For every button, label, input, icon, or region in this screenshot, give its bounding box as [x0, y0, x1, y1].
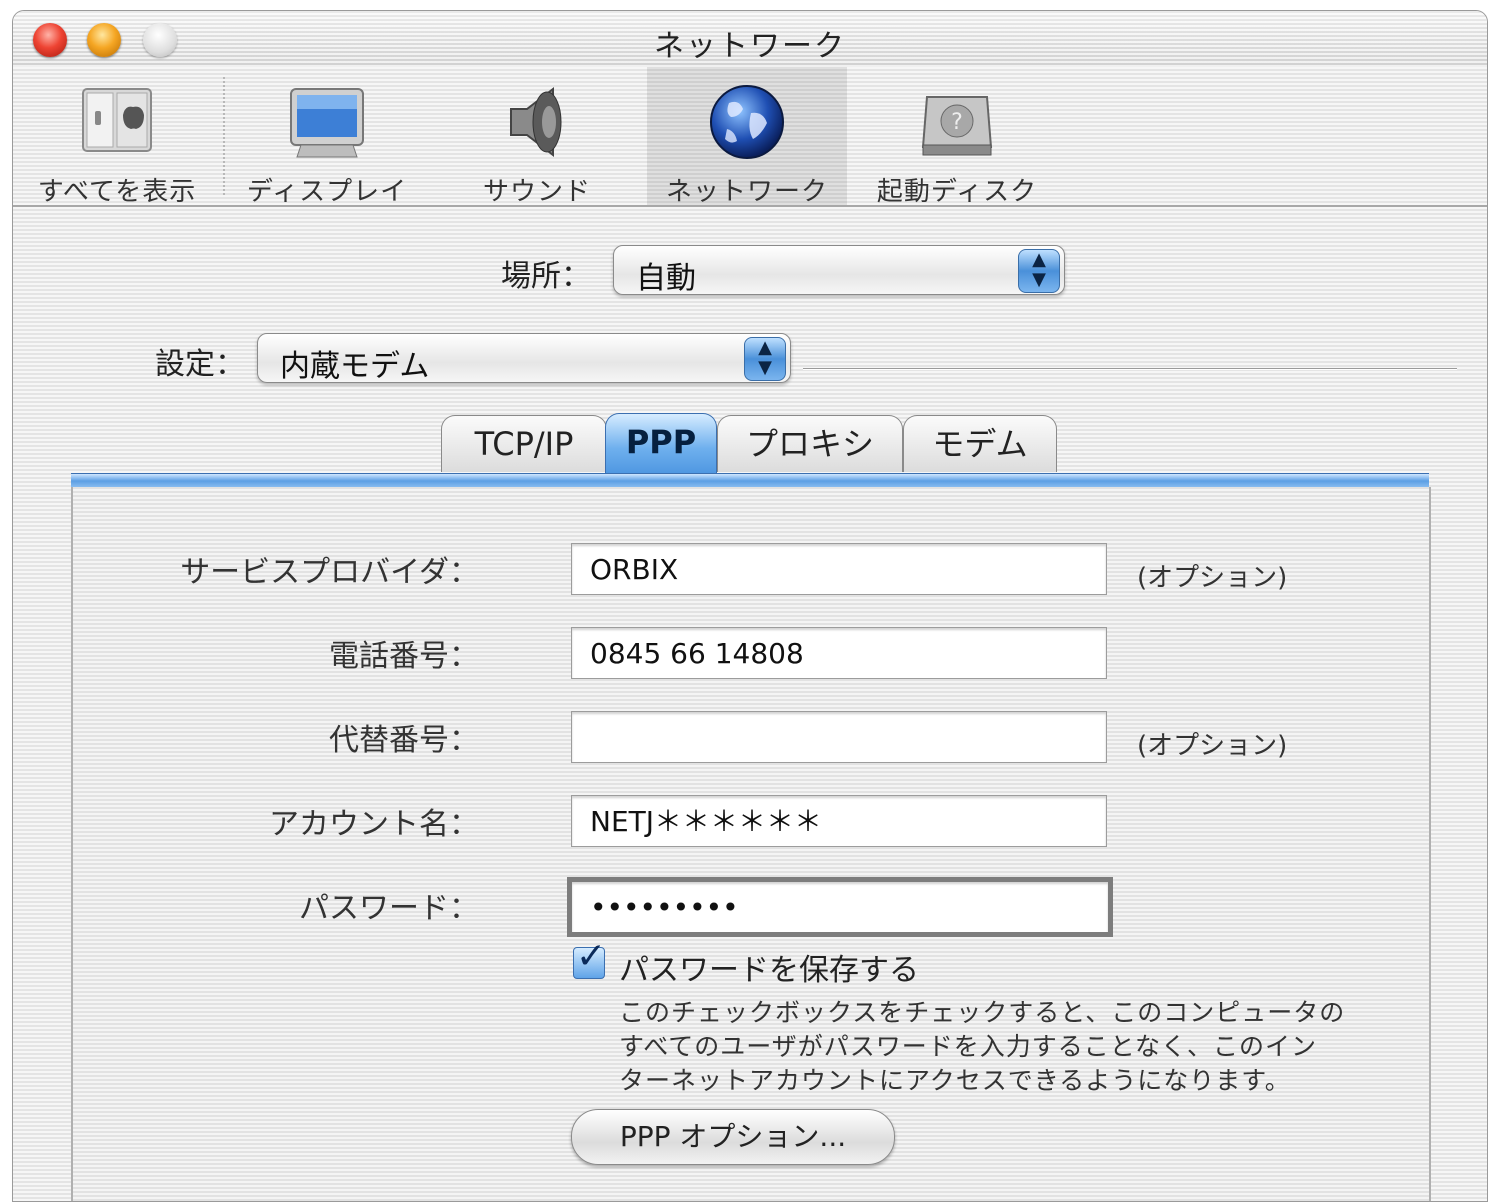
display-icon [290, 88, 364, 158]
service-provider-field[interactable]: ORBIX [571, 543, 1107, 595]
service-provider-label: サービスプロバイダ： [180, 555, 479, 590]
toolbar-item-show-all[interactable]: すべてを表示 [17, 67, 217, 207]
hard-disk-icon: ? [921, 96, 993, 156]
show-all-icon [82, 88, 152, 152]
toolbar-label-sound: サウンド [482, 177, 591, 207]
popup-arrows-icon: ▲ ▼ [1018, 249, 1060, 293]
save-password-description-line: このチェックボックスをチェックすると、このコンピュータの [619, 998, 1346, 1027]
ppp-panel: サービスプロバイダ： ORBIX (オプション) 電話番号： 0845 66 1… [71, 487, 1431, 1201]
config-label: 設定： [155, 347, 245, 382]
tab-modem[interactable]: モデム [903, 415, 1057, 472]
save-password-checkbox[interactable]: ✓ [573, 936, 606, 979]
toolbar-label-display: ディスプレイ [246, 177, 408, 207]
toolbar-item-startup-disk[interactable]: ? 起動ディスク [857, 67, 1057, 207]
save-password-description-line: すべてのユーザがパスワードを入力することなく、このイン [619, 1032, 1318, 1061]
ppp-options-button[interactable]: PPP オプション... [571, 1109, 895, 1165]
tab-proxy[interactable]: プロキシ [717, 415, 903, 472]
toolbar-label-network: ネットワーク [665, 177, 828, 207]
toolbar-item-network[interactable]: ネットワーク [647, 67, 847, 207]
toolbar-label-startup-disk: 起動ディスク [876, 177, 1038, 207]
save-password-description-line: ターネットアカウントにアクセスできるようになります。 [619, 1066, 1291, 1095]
location-value: 自動 [636, 261, 696, 296]
phone-label: 電話番号： [329, 639, 479, 674]
alt-phone-field[interactable] [571, 711, 1107, 763]
account-label: アカウント名： [269, 807, 479, 842]
globe-icon [710, 85, 784, 159]
tab-tcpip[interactable]: TCP/IP [441, 415, 607, 472]
save-password-label[interactable]: パスワードを保存する [619, 945, 919, 989]
account-field[interactable]: NETJ＊＊＊＊＊＊ [571, 795, 1107, 847]
popup-arrows-icon: ▲ ▼ [744, 337, 786, 381]
checkmark-icon: ✓ [576, 936, 607, 977]
password-field[interactable]: ••••••••• [567, 877, 1113, 937]
toolbar: すべてを表示 ディスプレイ サウンド ネットワーク ? 起動ディスク [13, 67, 1487, 207]
config-value: 内蔵モデム [280, 349, 430, 384]
speaker-icon [510, 86, 562, 158]
divider [803, 368, 1457, 370]
network-preferences-window: ネットワーク すべてを表示 ディスプレイ サウンド ネットワーク ? 起動ディス… [12, 10, 1488, 1202]
password-label: パスワード： [299, 891, 479, 926]
location-label: 場所： [501, 259, 591, 294]
toolbar-separator [223, 77, 225, 195]
toolbar-label-show-all: すべてを表示 [37, 177, 197, 207]
toolbar-item-display[interactable]: ディスプレイ [227, 67, 427, 207]
location-popup[interactable]: 自動 ▲ ▼ [613, 245, 1065, 296]
window-title: ネットワーク [654, 29, 846, 64]
config-popup[interactable]: 内蔵モデム ▲ ▼ [257, 333, 791, 384]
title-bar: ネットワーク [13, 11, 1487, 67]
svg-text:?: ? [951, 110, 963, 135]
toolbar-item-sound[interactable]: サウンド [437, 67, 637, 207]
service-provider-optional-note: (オプション) [1137, 563, 1288, 593]
alt-phone-optional-note: (オプション) [1137, 731, 1288, 761]
phone-field[interactable]: 0845 66 14808 [571, 627, 1107, 679]
tab-ppp[interactable]: PPP [605, 413, 717, 476]
alt-phone-label: 代替番号： [329, 723, 479, 758]
